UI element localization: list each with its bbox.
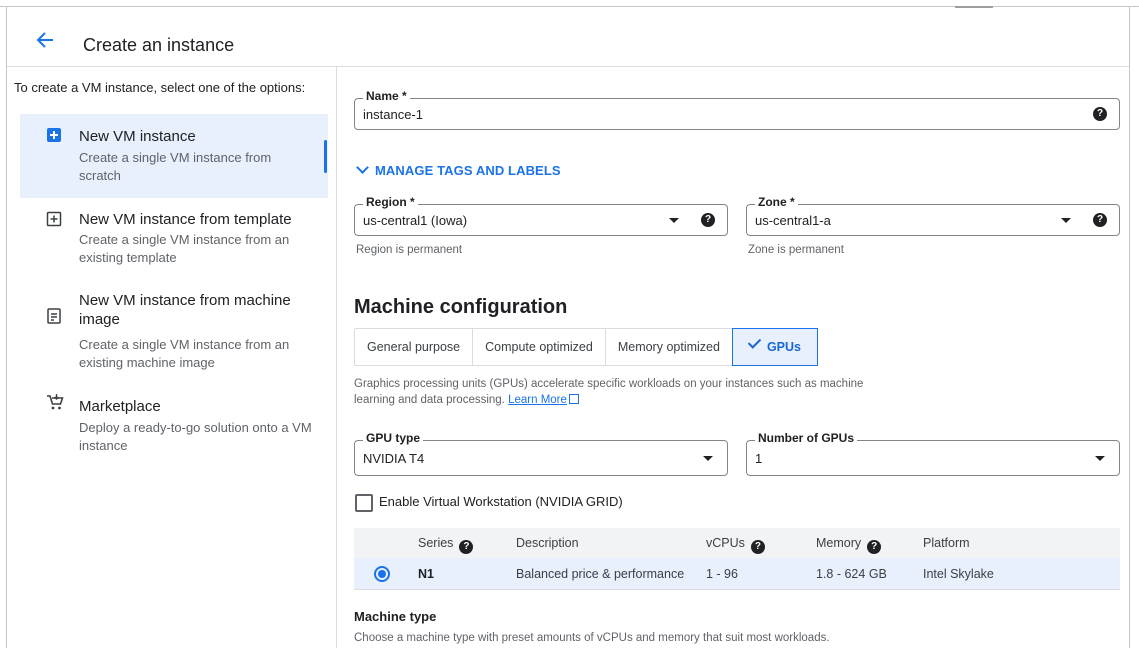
help-icon[interactable]: ? [459,540,474,554]
option-title: New VM instance [79,128,196,145]
cell-description: Balanced price & performance [516,567,685,581]
gpu-type-select[interactable]: GPU type NVIDIA T4 [354,431,728,476]
name-field[interactable]: Name * instance-1 ? [354,89,1120,130]
gpu-type-label: GPU type [363,431,424,445]
option-title: New VM instance from machine image [79,292,291,328]
option-title: New VM instance from template [79,211,292,228]
option-from-template[interactable]: New VM instance from template Create a s… [20,198,328,278]
option-title: Marketplace [79,398,161,415]
page-header: Create an instance [0,7,1129,67]
series-table-header: Series? Description vCPUs? Memory? Platf… [354,528,1120,558]
window-top-border [0,0,1139,8]
open-in-new-icon [568,394,579,404]
cell-memory: 1.8 - 624 GB [816,567,887,581]
page-title: Create an instance [83,35,235,55]
help-icon[interactable]: ? [701,213,715,227]
add-box-icon [47,128,61,142]
check-icon [747,335,762,349]
gpu-count-value: 1 [755,451,763,466]
options-intro: To create a VM instance, select one of t… [14,80,306,95]
learn-more-link[interactable]: Learn More [508,394,567,406]
manage-tags-link[interactable]: MANAGE TAGS AND LABELS [355,161,561,178]
tab-general-purpose[interactable]: General purpose [355,329,474,365]
dropdown-caret-icon[interactable] [703,456,713,461]
tab-gpus[interactable]: GPUs [731,328,818,366]
virtual-workstation-checkbox[interactable] [355,494,373,512]
dropdown-caret-icon[interactable] [669,218,679,223]
tab-compute-optimized[interactable]: Compute optimized [473,329,606,365]
gpu-type-value: NVIDIA T4 [363,451,425,466]
option-description: Create a single VM instance from an exis… [79,232,290,265]
zone-value: us-central1-a [755,213,831,228]
help-icon[interactable]: ? [1093,107,1107,121]
manage-tags-label: MANAGE TAGS AND LABELS [375,163,561,178]
help-icon[interactable]: ? [750,540,765,554]
option-marketplace[interactable]: Marketplace Deploy a ready-to-go solutio… [20,392,328,462]
option-description: Create a single VM instance from an exis… [79,337,290,370]
machine-config-title: Machine configuration [354,296,568,318]
virtual-workstation-label: Enable Virtual Workstation (NVIDIA GRID) [379,494,623,509]
tab-gpus-label: GPUs [766,340,801,354]
col-vcpus: vCPUs? [706,536,765,554]
cell-platform: Intel Skylake [923,567,994,581]
region-label: Region * [363,195,418,209]
panel-divider [336,67,337,648]
machine-type-description: Choose a machine type with preset amount… [354,632,830,644]
zone-hint: Zone is permanent [748,244,844,256]
cell-vcpus: 1 - 96 [706,567,738,581]
machine-image-icon [47,308,61,324]
option-from-machine-image[interactable]: New VM instance from machine image Creat… [20,285,328,385]
table-row[interactable]: N1 Balanced price & performance 1 - 96 1… [354,558,1120,590]
window-left-border [6,6,7,648]
region-hint: Region is permanent [356,244,463,256]
option-description: Create a single VM instance from scratch [79,150,272,183]
tab-memory-optimized[interactable]: Memory optimized [606,329,733,365]
cell-series: N1 [418,567,434,581]
gpu-count-select[interactable]: Number of GPUs 1 [746,431,1120,476]
chevron-down-icon [356,161,369,174]
zone-select[interactable]: Zone * us-central1-a ? [746,195,1120,236]
selected-indicator [324,140,327,173]
col-description: Description [516,536,579,550]
region-value: us-central1 (Iowa) [363,213,468,228]
gpu-count-label: Number of GPUs [755,431,858,445]
option-description: Deploy a ready-to-go solution onto a VM … [79,420,312,453]
template-icon [46,211,62,227]
cart-icon [47,394,64,410]
back-arrow-icon[interactable] [34,29,56,51]
help-icon[interactable]: ? [867,540,882,554]
dropdown-caret-icon[interactable] [1095,456,1105,461]
zone-label: Zone * [755,195,798,209]
machine-type-title: Machine type [354,609,437,624]
option-new-vm-instance[interactable]: New VM instance Create a single VM insta… [20,114,328,198]
window-right-border [1129,6,1130,648]
machine-family-tabs: General purpose Compute optimized Memory… [354,328,818,366]
region-select[interactable]: Region * us-central1 (Iowa) ? [354,195,728,236]
gpu-description-text: Graphics processing units (GPUs) acceler… [354,378,864,406]
help-icon[interactable]: ? [1093,213,1107,227]
series-radio[interactable] [374,566,390,582]
col-platform: Platform [923,536,970,550]
header-divider [7,66,1129,67]
name-label: Name * [363,89,410,103]
col-series: Series? [418,536,474,554]
gpu-description: Graphics processing units (GPUs) acceler… [354,376,894,408]
dropdown-caret-icon[interactable] [1061,218,1071,223]
col-memory: Memory? [816,536,882,554]
name-value: instance-1 [363,107,423,122]
